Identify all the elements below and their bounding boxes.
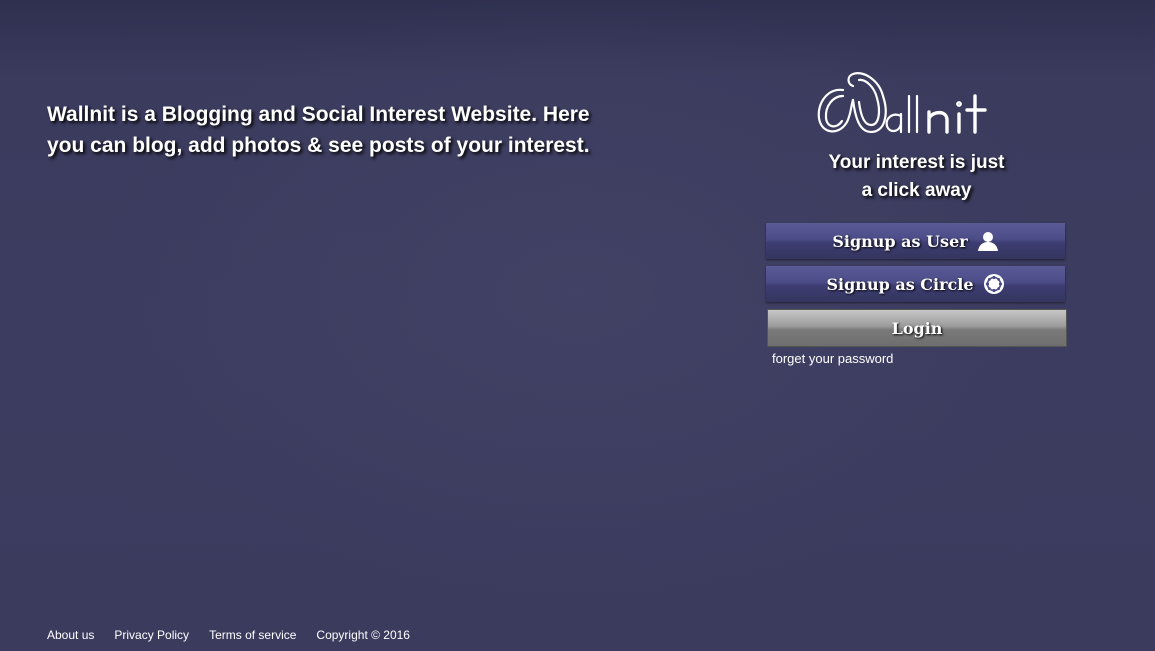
login-button[interactable]: Login bbox=[767, 309, 1067, 347]
signup-user-label: Signup as User bbox=[832, 231, 968, 251]
slogan-line-1: Your interest is just bbox=[828, 152, 1005, 173]
wallnit-logo[interactable] bbox=[813, 66, 1019, 140]
slogan-line-2: a click away bbox=[861, 180, 972, 201]
site-description: Wallnit is a Blogging and Social Interes… bbox=[47, 103, 590, 157]
signup-circle-label: Signup as Circle bbox=[826, 274, 974, 294]
circle-group-icon bbox=[983, 274, 1004, 294]
footer-privacy-link[interactable]: Privacy Policy bbox=[114, 628, 189, 642]
footer-terms-link[interactable]: Terms of service bbox=[209, 628, 296, 642]
signup-circle-button[interactable]: Signup as Circle bbox=[766, 266, 1065, 302]
footer-about-link[interactable]: About us bbox=[47, 628, 94, 642]
signup-user-button[interactable]: Signup as User bbox=[766, 223, 1065, 259]
footer: About us Privacy Policy Terms of service… bbox=[47, 628, 410, 642]
user-icon bbox=[977, 232, 998, 251]
slogan: Your interest is just a click away bbox=[766, 149, 1067, 205]
footer-copyright: Copyright © 2016 bbox=[316, 628, 410, 642]
forgot-password-link[interactable]: forget your password bbox=[772, 351, 893, 366]
login-label: Login bbox=[891, 318, 943, 338]
